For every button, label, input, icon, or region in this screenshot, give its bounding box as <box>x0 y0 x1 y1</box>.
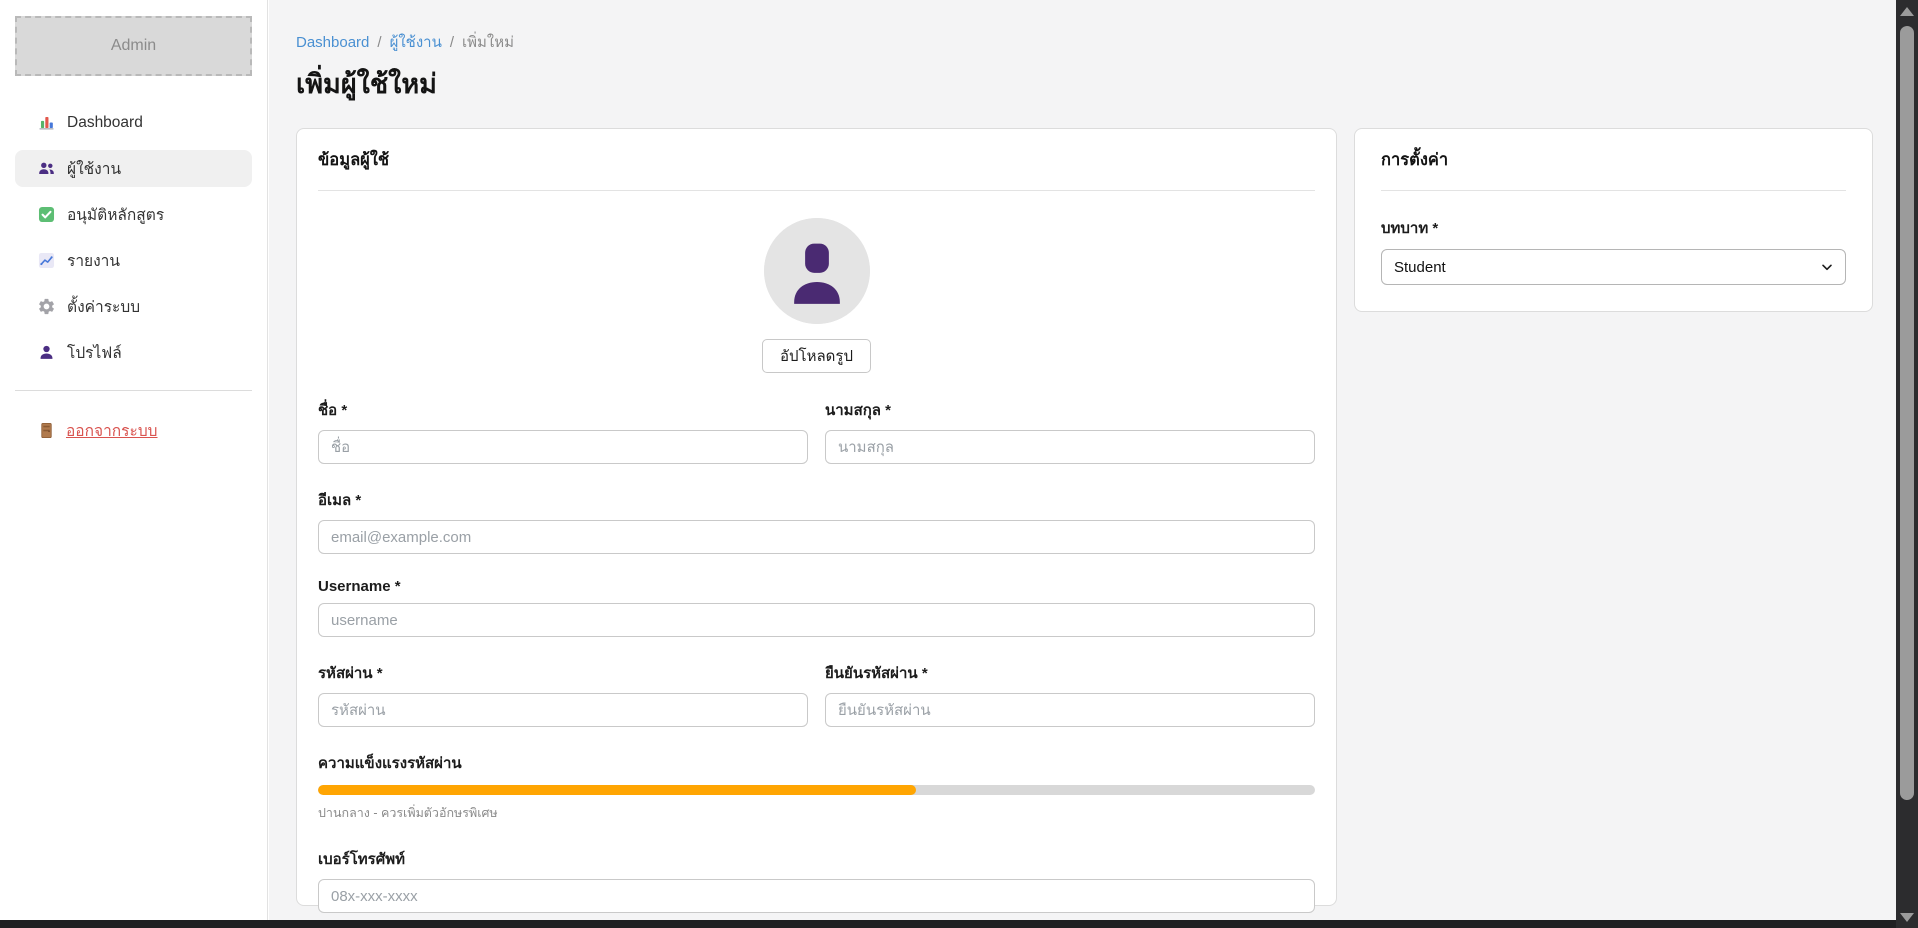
sidebar: Admin Dashboard ผู้ใช้งาน อนุมัติหลักสูต… <box>0 0 268 920</box>
phone-field[interactable] <box>318 879 1315 913</box>
password-strength-section: ความแข็งแรงรหัสผ่าน ปานกลาง - ควรเพิ่มตั… <box>318 751 1315 823</box>
settings-card: การตั้งค่า บทบาท * Student <box>1354 128 1873 312</box>
main-content: Dashboard / ผู้ใช้งาน / เพิ่มใหม่ เพิ่มผ… <box>269 0 1896 920</box>
sidebar-item-profile[interactable]: โปรไฟล์ <box>15 334 252 371</box>
user-info-card: ข้อมูลผู้ใช้ อัปโหลดรูป ชื่อ * <box>296 128 1337 906</box>
role-select[interactable]: Student <box>1381 249 1846 285</box>
scrollbar-thumb[interactable] <box>1900 26 1914 800</box>
breadcrumb-dashboard[interactable]: Dashboard <box>296 34 369 51</box>
sidebar-item-label: ตั้งค่าระบบ <box>67 294 140 319</box>
person-icon <box>37 343 56 362</box>
breadcrumb-separator: / <box>450 34 454 51</box>
phone-label: เบอร์โทรศัพท์ <box>318 847 1315 871</box>
first-name-field[interactable] <box>318 430 808 464</box>
avatar-section: อัปโหลดรูป <box>318 218 1315 373</box>
card-divider <box>1381 190 1846 191</box>
avatar-person-icon <box>764 218 870 324</box>
breadcrumb-current: เพิ่มใหม่ <box>462 30 514 54</box>
role-label: บทบาท * <box>1381 216 1846 240</box>
vertical-scrollbar[interactable] <box>1896 0 1918 928</box>
sidebar-nav: Dashboard ผู้ใช้งาน อนุมัติหลักสูตร รายง… <box>15 104 252 371</box>
strength-helper-text: ปานกลาง - ควรเพิ่มตัวอักษรพิเศษ <box>318 803 1315 823</box>
brand-label: Admin <box>111 37 156 55</box>
bar-chart-icon <box>37 113 56 132</box>
page-title: เพิ่มผู้ใช้ใหม่ <box>296 62 437 105</box>
sidebar-item-system-settings[interactable]: ตั้งค่าระบบ <box>15 288 252 325</box>
sidebar-item-users[interactable]: ผู้ใช้งาน <box>15 150 252 187</box>
avatar <box>764 218 870 324</box>
scroll-up-arrow-icon[interactable] <box>1900 7 1914 16</box>
card-divider <box>318 190 1315 191</box>
door-icon <box>37 421 56 440</box>
confirm-password-field[interactable] <box>825 693 1315 727</box>
gear-icon <box>37 297 56 316</box>
breadcrumb: Dashboard / ผู้ใช้งาน / เพิ่มใหม่ <box>296 30 514 54</box>
sidebar-item-dashboard[interactable]: Dashboard <box>15 104 252 141</box>
sidebar-item-label: อนุมัติหลักสูตร <box>67 202 164 227</box>
password-label: รหัสผ่าน * <box>318 661 808 685</box>
first-name-label: ชื่อ * <box>318 398 808 422</box>
upload-photo-button[interactable]: อัปโหลดรูป <box>762 339 871 373</box>
breadcrumb-users[interactable]: ผู้ใช้งาน <box>390 30 442 54</box>
line-chart-icon <box>37 251 56 270</box>
confirm-password-label: ยืนยันรหัสผ่าน * <box>825 661 1315 685</box>
breadcrumb-separator: / <box>377 34 381 51</box>
scroll-down-arrow-icon[interactable] <box>1900 913 1914 922</box>
users-icon <box>37 159 56 178</box>
sidebar-item-label: รายงาน <box>67 248 120 273</box>
taskbar-edge <box>0 920 1896 928</box>
sidebar-item-label: โปรไฟล์ <box>67 340 122 365</box>
strength-bar-fill <box>318 785 916 795</box>
last-name-label: นามสกุล * <box>825 398 1315 422</box>
username-field[interactable] <box>318 603 1315 637</box>
sidebar-item-label: Dashboard <box>67 114 143 132</box>
username-label: Username * <box>318 578 1315 595</box>
email-field[interactable] <box>318 520 1315 554</box>
email-label: อีเมล * <box>318 488 1315 512</box>
settings-card-title: การตั้งค่า <box>1381 147 1846 190</box>
strength-bar-track <box>318 785 1315 795</box>
sidebar-item-reports[interactable]: รายงาน <box>15 242 252 279</box>
last-name-field[interactable] <box>825 430 1315 464</box>
logout-link[interactable]: ออกจากระบบ <box>15 418 252 443</box>
check-square-icon <box>37 205 56 224</box>
strength-label: ความแข็งแรงรหัสผ่าน <box>318 751 1315 775</box>
sidebar-item-label: ผู้ใช้งาน <box>67 156 121 181</box>
sidebar-divider <box>15 390 252 391</box>
brand-placeholder: Admin <box>15 16 252 76</box>
admin-app: Admin Dashboard ผู้ใช้งาน อนุมัติหลักสูต… <box>0 0 1918 928</box>
user-card-title: ข้อมูลผู้ใช้ <box>318 147 1315 190</box>
sidebar-item-approve-courses[interactable]: อนุมัติหลักสูตร <box>15 196 252 233</box>
logout-label: ออกจากระบบ <box>66 418 158 443</box>
password-field[interactable] <box>318 693 808 727</box>
user-form: ชื่อ * นามสกุล * อีเมล * Username * <box>318 398 1315 913</box>
